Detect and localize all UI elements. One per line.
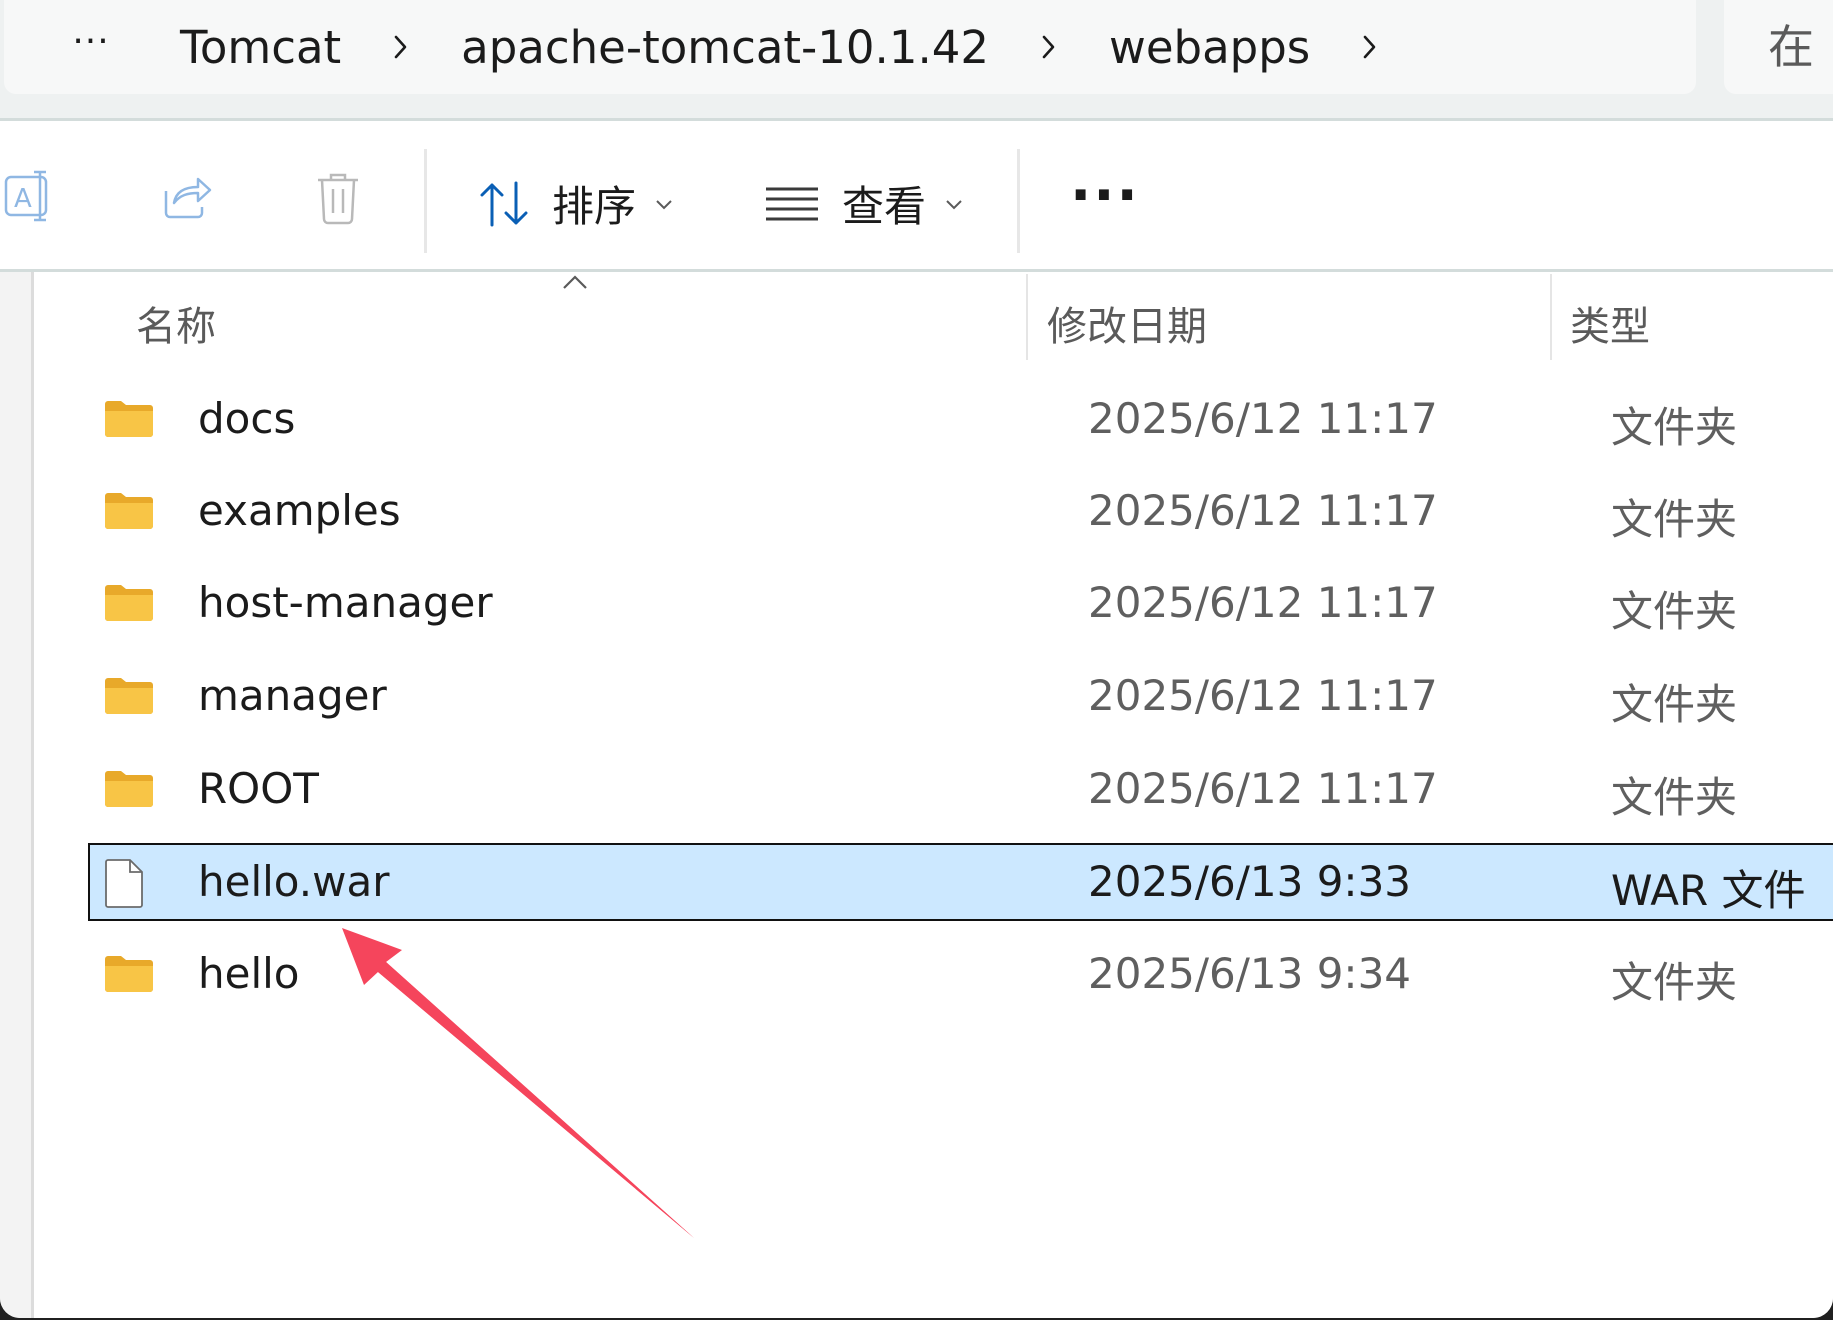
- toolbar-divider: [424, 149, 427, 253]
- file-name: host-manager: [198, 578, 493, 627]
- delete-button[interactable]: [314, 171, 362, 225]
- folder-icon: [105, 678, 153, 714]
- file-name: examples: [198, 486, 401, 535]
- file-date: 2025/6/12 11:17: [1088, 764, 1438, 813]
- list-item[interactable]: hello 2025/6/13 9:34 文件夹: [88, 935, 1833, 1013]
- list-item[interactable]: examples 2025/6/12 11:17 文件夹: [88, 472, 1833, 550]
- folder-icon: [105, 956, 153, 992]
- list-item[interactable]: ROOT 2025/6/12 11:17 文件夹: [88, 750, 1833, 828]
- breadcrumb-overflow-button[interactable]: ···: [56, 21, 126, 62]
- breadcrumb-item-webapps[interactable]: webapps: [1099, 21, 1320, 74]
- list-view-icon: [766, 187, 818, 220]
- file-type: 文件夹: [1611, 587, 1738, 636]
- folder-icon: [105, 585, 153, 621]
- sort-ascending-caret-icon: [563, 275, 587, 289]
- rename-button[interactable]: A: [4, 169, 58, 223]
- chevron-right-icon[interactable]: [999, 34, 1099, 60]
- list-item-selected[interactable]: hello.war 2025/6/13 9:33 WAR 文件: [88, 843, 1833, 921]
- folder-icon: [105, 493, 153, 529]
- more-options-button[interactable]: ···: [1070, 163, 1140, 228]
- column-header-date[interactable]: 修改日期: [1047, 294, 1207, 352]
- file-type: WAR 文件: [1611, 866, 1806, 915]
- column-header-name[interactable]: 名称: [136, 294, 216, 352]
- file-date: 2025/6/12 11:17: [1088, 394, 1438, 443]
- column-header-row: 名称 修改日期 类型: [34, 272, 1833, 362]
- file-name: ROOT: [198, 764, 319, 813]
- file-date: 2025/6/13 9:34: [1088, 949, 1412, 998]
- breadcrumb-item-tomcat[interactable]: Tomcat: [170, 21, 351, 74]
- file-type: 文件夹: [1611, 495, 1738, 544]
- rename-icon: A: [4, 170, 48, 222]
- delete-icon: [318, 173, 358, 225]
- sort-button[interactable]: 排序: [478, 173, 674, 234]
- list-item[interactable]: host-manager 2025/6/12 11:17 文件夹: [88, 564, 1833, 642]
- list-item[interactable]: docs 2025/6/12 11:17 文件夹: [88, 380, 1833, 458]
- chevron-down-icon: [946, 199, 962, 209]
- toolbar-divider: [1017, 149, 1020, 253]
- chevron-right-icon[interactable]: [1320, 34, 1420, 60]
- file-name: hello.war: [198, 857, 390, 906]
- breadcrumb[interactable]: ··· Tomcat apache-tomcat-10.1.42 webapps: [4, 0, 1696, 94]
- file-list: 名称 修改日期 类型 docs 2025/6/12 11:17 文件夹 exam…: [34, 272, 1833, 1318]
- file-date: 2025/6/13 9:33: [1088, 857, 1412, 906]
- list-item[interactable]: manager 2025/6/12 11:17 文件夹: [88, 657, 1833, 735]
- chevron-down-icon: [656, 199, 672, 209]
- column-header-type[interactable]: 类型: [1570, 294, 1650, 352]
- file-type: 文件夹: [1611, 403, 1738, 452]
- file-date: 2025/6/12 11:17: [1088, 671, 1438, 720]
- file-type: 文件夹: [1611, 958, 1738, 1007]
- share-icon: [164, 177, 212, 219]
- folder-icon: [105, 771, 153, 807]
- file-type: 文件夹: [1611, 680, 1738, 729]
- file-name: manager: [198, 671, 387, 720]
- column-divider[interactable]: [1550, 274, 1552, 360]
- chevron-right-icon[interactable]: [351, 34, 451, 60]
- sort-icon: [480, 181, 528, 226]
- view-button[interactable]: 查看: [764, 173, 964, 234]
- file-name: docs: [198, 394, 296, 443]
- svg-text:A: A: [14, 184, 32, 214]
- file-name: hello: [198, 949, 300, 998]
- breadcrumb-item-apache-tomcat[interactable]: apache-tomcat-10.1.42: [451, 21, 999, 74]
- folder-icon: [105, 401, 153, 437]
- file-date: 2025/6/12 11:17: [1088, 486, 1438, 535]
- sort-label: 排序: [552, 182, 637, 231]
- column-divider[interactable]: [1026, 274, 1028, 360]
- command-toolbar: A 排序 查看 ···: [0, 121, 1833, 272]
- file-type: 文件夹: [1611, 773, 1738, 822]
- share-button[interactable]: [160, 173, 212, 221]
- navigation-pane-edge: [0, 272, 34, 1318]
- search-input[interactable]: 在: [1724, 0, 1833, 94]
- file-explorer-window: ··· Tomcat apache-tomcat-10.1.42 webapps…: [0, 0, 1833, 1318]
- file-date: 2025/6/12 11:17: [1088, 578, 1438, 627]
- file-icon: [105, 859, 143, 908]
- view-label: 查看: [842, 182, 927, 231]
- address-bar-row: ··· Tomcat apache-tomcat-10.1.42 webapps…: [0, 0, 1833, 121]
